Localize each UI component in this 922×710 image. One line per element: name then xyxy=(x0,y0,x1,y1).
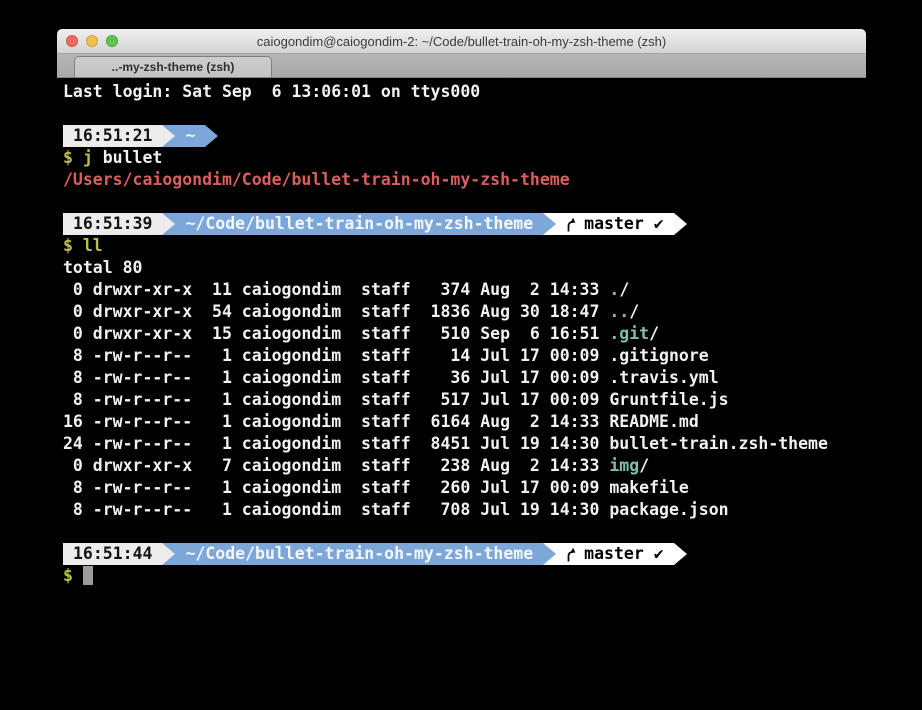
terminal-cursor xyxy=(83,566,93,585)
last-login-line: Last login: Sat Sep 6 13:06:01 on ttys00… xyxy=(63,81,866,103)
terminal-text-span: / xyxy=(619,280,629,299)
ls-row: 0 drwxr-xr-x 15 caiogondim staff 510 Sep… xyxy=(63,323,866,345)
terminal-text-span: 24 -rw-r--r-- 1 caiogondim staff 8451 Ju… xyxy=(63,434,609,453)
terminal-line xyxy=(63,191,866,213)
prompt-separator-arrow xyxy=(543,543,556,565)
input-line: $ xyxy=(63,565,866,587)
tab-active[interactable]: ..-my-zsh-theme (zsh) xyxy=(74,56,272,77)
prompt-dir-segment: ~/Code/bullet-train-oh-my-zsh-theme xyxy=(175,543,543,565)
minimize-button[interactable] xyxy=(86,35,98,47)
ls-row: 8 -rw-r--r-- 1 caiogondim staff 708 Jul … xyxy=(63,499,866,521)
prompt-line: 16:51:39 ~/Code/bullet-train-oh-my-zsh-th… xyxy=(63,213,866,235)
terminal-text-span: 0 drwxr-xr-x 15 caiogondim staff 510 Sep… xyxy=(63,324,609,343)
ls-row: 8 -rw-r--r-- 1 caiogondim staff 14 Jul 1… xyxy=(63,345,866,367)
window-titlebar[interactable]: caiogondim@caiogondim-2: ~/Code/bullet-t… xyxy=(57,29,866,54)
ls-row: 24 -rw-r--r-- 1 caiogondim staff 8451 Ju… xyxy=(63,433,866,455)
command-line: $ ll xyxy=(63,235,866,257)
terminal-text-span: Last login: Sat Sep 6 13:06:01 on ttys00… xyxy=(63,82,480,101)
ls-row: 8 -rw-r--r-- 1 caiogondim staff 517 Jul … xyxy=(63,389,866,411)
prompt-line: 16:51:44 ~/Code/bullet-train-oh-my-zsh-th… xyxy=(63,543,866,565)
command-output: /Users/caiogondim/Code/bullet-train-oh-m… xyxy=(63,169,866,191)
terminal-text-span: 8 -rw-r--r-- 1 caiogondim staff 14 Jul 1… xyxy=(63,346,609,365)
prompt-separator-arrow xyxy=(674,213,687,235)
ls-row: 0 drwxr-xr-x 7 caiogondim staff 238 Aug … xyxy=(63,455,866,477)
prompt-git-segment: master ✔ xyxy=(556,543,673,565)
terminal-text-span: Gruntfile.js xyxy=(609,390,728,409)
ls-total-line: total 80 xyxy=(63,257,866,279)
tab-label: ..-my-zsh-theme (zsh) xyxy=(112,60,235,74)
prompt-separator-arrow xyxy=(674,543,687,565)
terminal-text-span: $ xyxy=(63,566,83,585)
terminal-text-span: img xyxy=(609,456,639,475)
git-branch-icon xyxy=(566,217,577,232)
terminal-text-span: $ j xyxy=(63,148,93,167)
ls-row: 0 drwxr-xr-x 54 caiogondim staff 1836 Au… xyxy=(63,301,866,323)
terminal-text-span: total 80 xyxy=(63,258,142,277)
ls-row: 8 -rw-r--r-- 1 caiogondim staff 260 Jul … xyxy=(63,477,866,499)
terminal-text-span: makefile xyxy=(609,478,688,497)
terminal-window: caiogondim@caiogondim-2: ~/Code/bullet-t… xyxy=(57,29,866,702)
prompt-separator-arrow xyxy=(162,213,175,235)
close-button[interactable] xyxy=(66,35,78,47)
zoom-button[interactable] xyxy=(106,35,118,47)
terminal-text-span: $ ll xyxy=(63,236,103,255)
terminal-text-span: .git xyxy=(609,324,649,343)
terminal-text-span: .gitignore xyxy=(609,346,708,365)
prompt-git-segment: master ✔ xyxy=(556,213,673,235)
terminal-text-span: .. xyxy=(609,302,629,321)
git-branch-icon xyxy=(566,547,577,562)
terminal-text-span: / xyxy=(649,324,659,343)
prompt-time-segment: 16:51:44 xyxy=(63,543,162,565)
terminal-text-span: 8 -rw-r--r-- 1 caiogondim staff 36 Jul 1… xyxy=(63,368,609,387)
traffic-lights xyxy=(66,29,118,53)
tab-bar: ..-my-zsh-theme (zsh) xyxy=(57,54,866,78)
prompt-separator-arrow xyxy=(162,125,175,147)
terminal-text-span: 8 -rw-r--r-- 1 caiogondim staff 517 Jul … xyxy=(63,390,609,409)
window-title: caiogondim@caiogondim-2: ~/Code/bullet-t… xyxy=(257,34,667,49)
terminal-text-span: bullet xyxy=(93,148,163,167)
terminal-text-span: / xyxy=(629,302,639,321)
terminal-content[interactable]: Last login: Sat Sep 6 13:06:01 on ttys00… xyxy=(57,78,866,587)
prompt-separator-arrow xyxy=(543,213,556,235)
terminal-line xyxy=(63,521,866,543)
terminal-text-span: . xyxy=(609,280,619,299)
prompt-separator-arrow xyxy=(162,543,175,565)
terminal-text-span: 16 -rw-r--r-- 1 caiogondim staff 6164 Au… xyxy=(63,412,609,431)
terminal-text-span: /Users/caiogondim/Code/bullet-train-oh-m… xyxy=(63,170,570,189)
prompt-dir-segment: ~ xyxy=(175,125,205,147)
prompt-line: 16:51:21 ~ xyxy=(63,125,866,147)
ls-row: 16 -rw-r--r-- 1 caiogondim staff 6164 Au… xyxy=(63,411,866,433)
prompt-separator-arrow xyxy=(205,125,218,147)
terminal-text-span: README.md xyxy=(609,412,698,431)
prompt-time-segment: 16:51:21 xyxy=(63,125,162,147)
terminal-text-span: 0 drwxr-xr-x 11 caiogondim staff 374 Aug… xyxy=(63,280,609,299)
terminal-text-span: 8 -rw-r--r-- 1 caiogondim staff 708 Jul … xyxy=(63,500,609,519)
ls-row: 8 -rw-r--r-- 1 caiogondim staff 36 Jul 1… xyxy=(63,367,866,389)
terminal-text-span: .travis.yml xyxy=(609,368,718,387)
prompt-time-segment: 16:51:39 xyxy=(63,213,162,235)
terminal-text-span: package.json xyxy=(609,500,728,519)
terminal-text-span: bullet-train.zsh-theme xyxy=(609,434,828,453)
terminal-line xyxy=(63,103,866,125)
terminal-text-span: 0 drwxr-xr-x 54 caiogondim staff 1836 Au… xyxy=(63,302,609,321)
terminal-text-span: 8 -rw-r--r-- 1 caiogondim staff 260 Jul … xyxy=(63,478,609,497)
command-line: $ j bullet xyxy=(63,147,866,169)
terminal-text-span: / xyxy=(639,456,649,475)
ls-row: 0 drwxr-xr-x 11 caiogondim staff 374 Aug… xyxy=(63,279,866,301)
prompt-dir-segment: ~/Code/bullet-train-oh-my-zsh-theme xyxy=(175,213,543,235)
terminal-text-span: 0 drwxr-xr-x 7 caiogondim staff 238 Aug … xyxy=(63,456,609,475)
